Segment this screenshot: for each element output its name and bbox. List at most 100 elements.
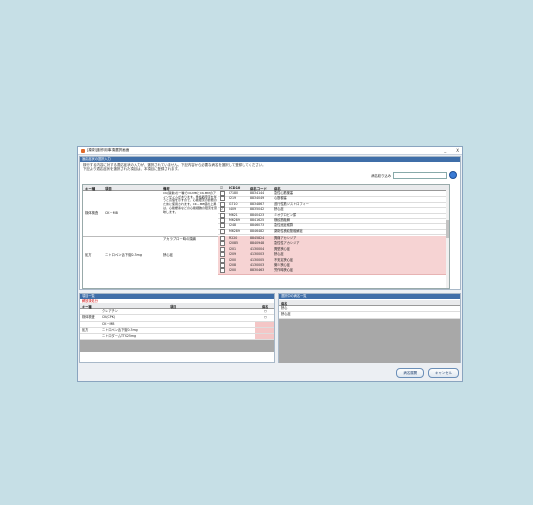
row-icd: I248 <box>229 223 237 228</box>
item-list-panel: 項目一覧 解放済処分 キー種 項目 病名 クレアチン ○ 検体検査 CK(CPK) ○ C… <box>79 293 275 363</box>
minimize-button[interactable]: _ <box>444 148 446 153</box>
row-code: 8846073 <box>250 223 265 228</box>
row-code: 8845824 <box>250 236 265 240</box>
search-input[interactable] <box>393 171 447 179</box>
row-icd: I200 <box>229 257 237 262</box>
selected-disease-item[interactable]: 狭心症 <box>279 312 460 319</box>
close-button[interactable]: X <box>456 148 459 153</box>
row-code: 8846482 <box>250 228 265 233</box>
row-code: 8834144 <box>250 191 265 195</box>
row-icd: I409 <box>229 207 237 212</box>
list-item-name: CK－MB <box>102 321 115 326</box>
grid-row[interactable]: I200 8830463 労作時狭心症 <box>218 268 449 275</box>
row-code: 4130003 <box>250 252 265 257</box>
group1-note: CK(酵素)の一種でCK-MBとCK-MMのアイソザイムがあります。骨格筋障害を… <box>163 191 218 214</box>
window-title: [薬剤]副作用事項選択画面 <box>87 148 130 152</box>
grid-scrollbar[interactable] <box>446 190 449 288</box>
row-checkbox[interactable] <box>220 252 225 258</box>
cancel-button[interactable]: キャンセル <box>428 368 459 378</box>
selected-disease-name: 狭心症 <box>281 312 291 317</box>
search-button-icon[interactable] <box>449 171 457 179</box>
row-icd: M621 <box>229 212 238 217</box>
list-item-name: クレアチン <box>102 309 118 313</box>
row-code: 8834867 <box>250 201 265 206</box>
col-item: 項目 <box>105 186 112 191</box>
row-disease-name: ミオグロビン尿 <box>274 212 297 217</box>
selected-list-header: 選択中の病名一覧 <box>279 294 460 299</box>
dialog-window: [薬剤]副作用事項選択画面 _ X 適応症状の選択入力 検行する内容に対する適応… <box>77 146 463 382</box>
group-nitropen: 処方 ニトロペン舌下錠0.3mg R220 8845824 異痛アカシジア アカラブロ… <box>83 236 449 275</box>
row-disease-name: 狭心症 <box>274 252 284 257</box>
row-checkbox[interactable] <box>220 246 225 252</box>
row-checkbox[interactable] <box>220 257 225 263</box>
selected-col-name: 病名 <box>281 301 288 306</box>
row-checkbox[interactable] <box>220 263 225 268</box>
list-col-key: キー種 <box>82 304 92 309</box>
list-col-name: 病名 <box>262 304 269 309</box>
row-disease-name: 狭心症 <box>274 207 284 212</box>
list-item[interactable]: ニトロダームTTS25mg <box>80 334 274 341</box>
row-icd: I208 <box>229 263 237 267</box>
row-disease-name: 薬剤性横紋筋融解症 <box>274 228 303 233</box>
col-check: ☑ <box>220 185 224 190</box>
selected-disease-panel: 選択中の病名一覧 病名 狭心狭心症 <box>278 293 461 363</box>
row-checkbox[interactable] <box>220 236 225 241</box>
selected-empty-area <box>279 318 460 363</box>
row-checkbox[interactable] <box>220 223 225 229</box>
row-code: 4130005 <box>250 257 265 262</box>
grid-row[interactable]: M6289 8846482 薬剤性横紋筋融解症 <box>218 228 449 236</box>
row-icd: I2085 <box>229 241 239 246</box>
list-item-name: ニトロペン舌下錠0.3mg <box>102 327 138 332</box>
list-item-mark: ○ <box>264 315 267 320</box>
group2-key: 処方 <box>85 253 92 257</box>
empty-area <box>80 340 274 353</box>
row-code: 4130003 <box>250 263 265 267</box>
col-key: キー種 <box>85 186 96 191</box>
selected-disease-name: 狭心 <box>281 306 288 310</box>
col-name: 病名 <box>274 186 281 191</box>
col-note: 備考 <box>163 186 170 191</box>
row-checkbox[interactable] <box>220 228 225 234</box>
row-code: 8834049 <box>250 196 265 201</box>
row-checkbox[interactable] <box>220 212 225 218</box>
search-row: 病名絞り込み <box>371 171 457 179</box>
row-sub-note: 狭心症 <box>163 252 173 257</box>
row-code: 8841625 <box>250 218 265 222</box>
button-bar: 病名展開 キャンセル <box>396 368 459 378</box>
row-disease-name: 急性性アカシジア <box>274 241 300 246</box>
group2-item: ニトロペン舌下錠0.3mg <box>105 253 142 257</box>
row-code: 8830463 <box>250 268 265 273</box>
scroll-thumb[interactable] <box>446 220 449 238</box>
row-icd: M6289 <box>229 228 240 233</box>
row-icd: I209 <box>229 252 237 257</box>
symptom-selection-panel: 適応症状の選択入力 検行する内容に対する適応症状の入力が、選択されていません。下… <box>79 156 461 290</box>
search-label: 病名絞り込み <box>371 173 391 178</box>
row-icd: G710 <box>229 201 238 206</box>
row-disease-name: 不安定狭心症 <box>274 257 294 262</box>
row-checkbox[interactable] <box>220 191 225 196</box>
col-icd: ICD10 <box>229 185 241 190</box>
group-ck-mb: 検体検査 CK－MB CK(酵素)の一種でCK-MBとCK-MMのアイソザイムが… <box>83 191 449 237</box>
list-item-key: 処方 <box>82 327 89 332</box>
row-disease-name: 心筋梗塞 <box>274 196 287 201</box>
row-checkbox[interactable] <box>220 196 225 202</box>
row-code: 8840948 <box>250 241 265 246</box>
row-icd: I7180 <box>229 191 239 195</box>
row-checkbox[interactable] <box>220 207 225 213</box>
row-code: 8835042 <box>250 207 265 212</box>
list-item-name: ニトロダームTTS25mg <box>102 334 137 339</box>
row-icd: M6289 <box>229 218 240 222</box>
row-disease-name: 労作時狭心症 <box>274 268 294 273</box>
row-icd: R220 <box>229 236 238 240</box>
symptom-grid: キー種 項目 備考 ☑ ICD10 病名コード 病名 検体検査 CK－MB CK… <box>82 184 450 289</box>
list-item-name: CK(CPK) <box>102 315 116 320</box>
col-code: 病名コード <box>250 186 267 191</box>
list-col-item: 項目 <box>170 304 177 309</box>
row-checkbox[interactable] <box>220 218 225 223</box>
row-icd: I200 <box>229 268 237 273</box>
row-checkbox[interactable] <box>220 268 225 274</box>
row-code: 8840423 <box>250 212 265 217</box>
row-checkbox[interactable] <box>220 241 225 247</box>
expand-disease-button[interactable]: 病名展開 <box>396 368 425 378</box>
title-bar: [薬剤]副作用事項選択画面 _ X <box>78 147 462 155</box>
